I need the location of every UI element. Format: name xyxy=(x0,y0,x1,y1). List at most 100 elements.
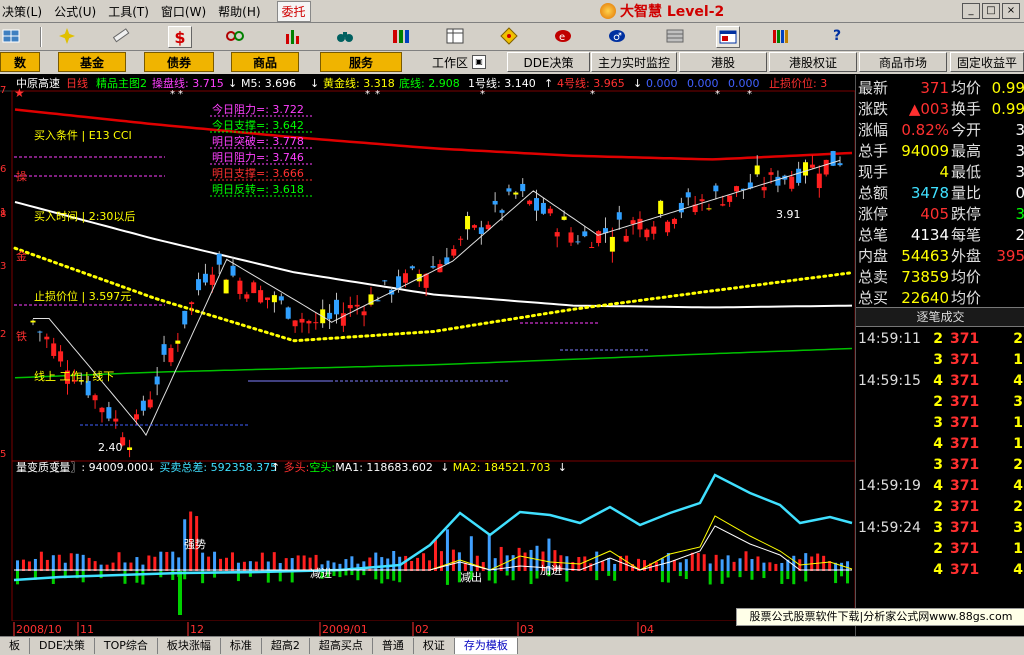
btn-main-monitor[interactable]: 主力实时监控 xyxy=(591,52,677,72)
maximize-button[interactable]: □ xyxy=(982,3,1000,19)
volume-bar xyxy=(117,552,121,571)
candle-body xyxy=(637,218,643,230)
status-tab[interactable]: 权证 xyxy=(414,638,455,654)
candle-body xyxy=(306,321,312,324)
quote-value: 395 xyxy=(996,246,1024,265)
trade-price: 371 xyxy=(950,331,980,347)
trade-count: 4 xyxy=(1013,562,1023,578)
bar-chart-icon[interactable] xyxy=(282,26,304,46)
menu-formula[interactable]: 公式(U) xyxy=(52,3,106,20)
volume-bar xyxy=(392,551,396,571)
volume-bar-neg xyxy=(720,571,724,584)
volume-bar-neg xyxy=(762,571,766,579)
scale-icon[interactable]: ♂ xyxy=(606,26,628,46)
volume-bar-neg xyxy=(786,571,790,580)
candle-body xyxy=(147,399,153,408)
help-icon[interactable]: ? xyxy=(826,26,848,46)
workarea-toggle[interactable]: 工作区 ▣ xyxy=(432,52,487,72)
btn-bond[interactable]: 债券 xyxy=(144,52,214,72)
status-tab[interactable]: TOP综合 xyxy=(95,638,158,654)
candle-body xyxy=(651,226,657,234)
table-icon[interactable] xyxy=(444,26,466,46)
volume-bar-neg xyxy=(750,571,754,580)
kline-chart[interactable]: 中原高速 日线 精品主图2 操盘线: 3.715 ↓ M5: 3.696 ↓ 黄金线: … xyxy=(0,75,855,645)
btn-service[interactable]: 服务 xyxy=(320,52,402,72)
candle-body xyxy=(499,210,505,213)
btn-hk-warrant[interactable]: 港股权证 xyxy=(769,52,857,72)
volume-indicator: 买卖总差: 592358.375 xyxy=(159,460,277,474)
menu-window[interactable]: 窗口(W) xyxy=(159,3,216,20)
status-tab[interactable]: 板块涨幅 xyxy=(158,638,221,654)
grid2-icon[interactable] xyxy=(664,26,686,46)
quote-value: 54463 xyxy=(901,246,949,265)
volume-bar-neg xyxy=(487,571,491,581)
chain-icon[interactable] xyxy=(224,26,246,46)
volume-bar xyxy=(607,557,611,571)
minimize-button[interactable]: _ xyxy=(962,3,980,19)
diamond-icon[interactable] xyxy=(498,26,520,46)
candle-body xyxy=(754,165,760,175)
quote-row: 总买 22640 均价 xyxy=(856,287,1024,308)
promo-banner[interactable]: 股票公式股票软件下载|分析家公式网www.88gs.com xyxy=(736,608,1024,626)
grid-icon[interactable] xyxy=(0,26,22,46)
volume-bar xyxy=(804,553,808,571)
volume-bar-neg xyxy=(123,571,127,584)
crosshair-icon[interactable] xyxy=(56,26,78,46)
status-tab[interactable]: 超高买点 xyxy=(310,638,373,654)
candle-body xyxy=(568,232,574,243)
star-marker: * xyxy=(375,89,380,100)
volume-indicator: ↓ xyxy=(558,461,567,474)
trade-row: 3 371 2 xyxy=(856,457,1024,478)
trade-row: 14:59:15 4 371 4 xyxy=(856,373,1024,394)
workarea-checkbox[interactable]: ▣ xyxy=(472,55,487,69)
tie-label: 铁 xyxy=(16,330,27,343)
btn-dde[interactable]: DDE决策 xyxy=(507,52,590,72)
ruler-icon[interactable] xyxy=(110,26,132,46)
btn-hk-stock[interactable]: 港股 xyxy=(679,52,767,72)
menu-help[interactable]: 帮助(H) xyxy=(216,3,270,20)
status-tab[interactable]: 普通 xyxy=(373,638,414,654)
color-bars-icon[interactable] xyxy=(390,26,412,46)
btn-data[interactable]: 数 xyxy=(0,52,40,72)
candle-body xyxy=(92,395,98,401)
candle-body xyxy=(382,280,388,282)
books-icon[interactable] xyxy=(770,26,792,46)
volume-bar xyxy=(135,557,139,571)
status-tab[interactable]: 存为模板 xyxy=(454,638,518,654)
quote-value: 0.99 xyxy=(991,78,1024,97)
globe-icon[interactable]: e xyxy=(552,26,574,46)
volume-bar xyxy=(272,552,276,571)
level-label: 明日支撑=: 3.666 xyxy=(212,166,304,180)
volume-bar xyxy=(732,561,736,571)
candle-body xyxy=(99,407,105,413)
trade-row: 14:59:19 4 371 4 xyxy=(856,478,1024,499)
btn-commodity-market[interactable]: 商品市场 xyxy=(859,52,947,72)
volume-bar-neg xyxy=(738,571,742,578)
btn-commodity[interactable]: 商品 xyxy=(231,52,299,72)
btn-fund[interactable]: 基金 xyxy=(58,52,126,72)
status-tab[interactable]: 标准 xyxy=(221,638,262,654)
window-icon[interactable] xyxy=(716,26,740,48)
menu-decision[interactable]: 决策(L) xyxy=(0,3,52,20)
status-tab[interactable]: 板 xyxy=(0,638,30,654)
menu-tools[interactable]: 工具(T) xyxy=(106,3,159,20)
binoculars-icon[interactable] xyxy=(334,26,356,46)
entrust-button[interactable]: 委托 xyxy=(276,0,311,22)
close-button[interactable]: × xyxy=(1002,3,1020,19)
trade-price: 371 xyxy=(950,541,980,557)
status-tab[interactable]: 超高2 xyxy=(262,638,310,654)
status-tab[interactable]: DDE决策 xyxy=(30,638,95,654)
volume-bar xyxy=(81,554,85,571)
dollar-icon[interactable]: $ xyxy=(168,26,192,48)
volume-bar xyxy=(21,559,25,571)
candle-body xyxy=(299,318,305,323)
candle-body xyxy=(451,249,457,256)
candle-body xyxy=(209,274,215,285)
trade-row: 2 371 2 xyxy=(856,499,1024,520)
volume-bar xyxy=(410,560,414,571)
quote-value: ▲003 xyxy=(908,99,949,118)
btn-fixed-income[interactable]: 固定收益平 xyxy=(950,52,1024,72)
candle-body xyxy=(375,300,381,302)
quote-row: 总手 94009 最高 3 xyxy=(856,140,1024,161)
volume-bar xyxy=(511,555,515,571)
